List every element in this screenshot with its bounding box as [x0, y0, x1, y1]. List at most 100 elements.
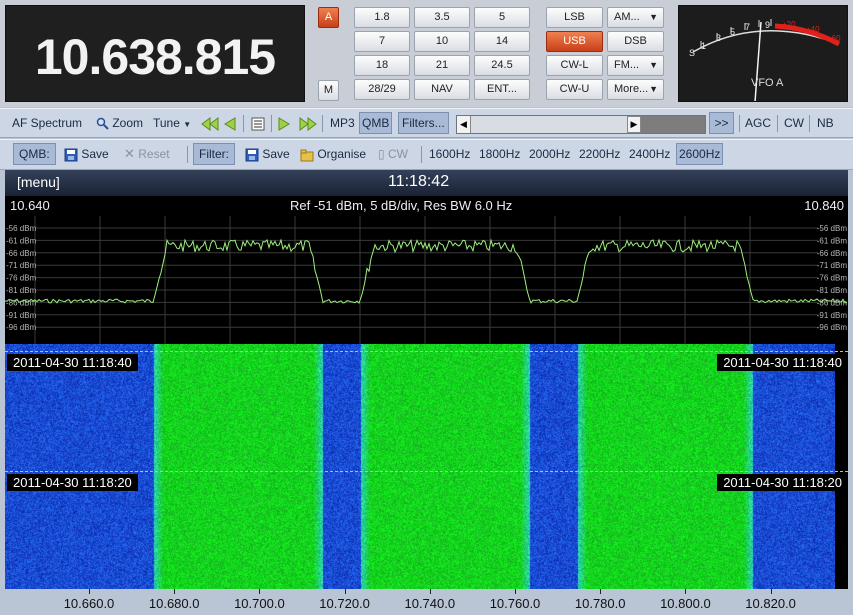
db-scale-label: -71 dBm: [6, 261, 37, 270]
frequency-display[interactable]: 10.638.815: [5, 5, 305, 102]
nav-button[interactable]: NAV: [414, 79, 470, 100]
db-scale-label: -66 dBm: [817, 249, 848, 258]
frequency-axis: 10.660.0 10.680.0 10.700.0 10.720.0 10.740.0…: [5, 589, 848, 615]
frequency-axis-label: 10.660.0: [63, 596, 115, 611]
db-scale-label: -91 dBm: [6, 311, 37, 320]
nb-button[interactable]: NB: [817, 109, 834, 137]
mode-lsb-button[interactable]: LSB: [546, 7, 603, 28]
mode-dsb-button[interactable]: DSB: [607, 31, 664, 52]
frequency-axis-label: 10.820.0: [745, 596, 796, 611]
filter-toolbar: QMB: Save ✕ Reset Filter: Save Organise …: [0, 139, 853, 170]
db-scale-label: -91 dBm: [817, 311, 848, 320]
left-arrow-icon: [224, 116, 236, 131]
fast-forward-button[interactable]: >>: [709, 112, 734, 134]
vfo-a-button[interactable]: A: [318, 7, 339, 28]
band-button-18[interactable]: 18: [354, 55, 410, 76]
filter-cw-button[interactable]: ▯ CW: [378, 140, 408, 168]
frequency-axis-tick: [770, 589, 772, 594]
qmb-save-button[interactable]: Save: [64, 140, 109, 168]
toolbar-divider: [809, 115, 810, 132]
filter-1800hz[interactable]: 1800Hz: [479, 140, 520, 168]
mode-usb-button[interactable]: USB: [546, 31, 603, 52]
s-meter-scale-plus40: +40: [806, 25, 820, 34]
s-meter-scale-plus60: +60: [827, 34, 841, 43]
toolbar-divider: [421, 146, 422, 163]
double-right-arrow-icon: [299, 116, 317, 131]
mode-fm-label: FM...: [614, 59, 640, 71]
band-button-10[interactable]: 10: [414, 31, 470, 52]
frequency-axis-label: 10.800.0: [660, 596, 711, 611]
mode-cwu-button[interactable]: CW-U: [546, 79, 603, 100]
frequency-axis-tick: [344, 589, 346, 594]
band-button-21[interactable]: 21: [414, 55, 470, 76]
s-meter-scale-s: S: [689, 48, 695, 58]
mode-more-dropdown[interactable]: More...: [607, 79, 664, 100]
memory-button[interactable]: M: [318, 80, 339, 101]
folder-icon: [300, 149, 314, 162]
filter-label: Filter:: [193, 143, 235, 165]
mp3-button[interactable]: MP3: [330, 109, 355, 137]
spectrum-display[interactable]: [menu] 11:18:42 10.640 Ref -51 dBm, 5 dB…: [5, 170, 848, 615]
waterfall-time-marker: [5, 471, 848, 472]
frequency-axis-label: 10.760.0: [489, 596, 541, 611]
organise-button[interactable]: Organise: [300, 140, 366, 168]
band-button-24.5[interactable]: 24.5: [474, 55, 530, 76]
close-icon: ✕: [124, 146, 135, 161]
db-scale-label: -56 dBm: [6, 224, 37, 233]
zoom-label: Zoom: [112, 116, 144, 130]
band-button-28[interactable]: 28/29: [354, 79, 410, 100]
tuning-scrollbar[interactable]: ◀ ▶: [456, 115, 706, 134]
mode-am-label: AM...: [614, 11, 640, 23]
menu-button[interactable]: [menu]: [17, 174, 60, 190]
qmb-toggle[interactable]: QMB: [359, 112, 393, 134]
af-spectrum-button[interactable]: AF Spectrum: [12, 109, 82, 137]
spectrum-plot[interactable]: -56 dBm -61 dBm -66 dBm -71 dBm -76 dBm -81 d…: [5, 216, 848, 344]
agc-button[interactable]: AGC: [745, 109, 771, 137]
frequency-axis-tick: [600, 589, 602, 594]
waterfall-timestamp: 2011-04-30 11:18:40: [7, 354, 138, 371]
filter-2000hz[interactable]: 2000Hz: [529, 140, 570, 168]
scroll-left-arrow-icon[interactable]: ◀: [457, 116, 471, 133]
filters-button[interactable]: Filters...: [398, 112, 449, 134]
waterfall-display[interactable]: [5, 344, 835, 589]
mode-fm-dropdown[interactable]: FM...: [607, 55, 664, 76]
frequency-readout: 10.638.815: [34, 29, 276, 85]
forward-fast-button[interactable]: [299, 109, 317, 137]
waterfall-timestamp: 2011-04-30 11:18:20: [7, 474, 138, 491]
step-right-button[interactable]: [278, 109, 292, 137]
scrollbar-thumb[interactable]: [471, 116, 627, 133]
filter-2600hz[interactable]: 2600Hz: [676, 143, 724, 165]
s-meter-scale-9: 9: [765, 20, 770, 30]
s-meter-scale-plus20: +20: [782, 20, 796, 29]
mode-more-label: More...: [614, 83, 649, 95]
mode-am-dropdown[interactable]: AM...: [607, 7, 664, 28]
band-button-14[interactable]: 14: [474, 31, 530, 52]
tune-dropdown[interactable]: Tune ▼: [153, 109, 191, 137]
filter-2200hz[interactable]: 2200Hz: [579, 140, 620, 168]
band-button-1.8[interactable]: 1.8: [354, 7, 410, 28]
mode-cwl-button[interactable]: CW-L: [546, 55, 603, 76]
step-left-button[interactable]: [222, 109, 236, 137]
qmb-reset-button[interactable]: ✕ Reset: [124, 140, 170, 168]
band-button-3.5[interactable]: 3.5: [414, 7, 470, 28]
scroll-right-arrow-icon[interactable]: ▶: [627, 116, 641, 133]
frequency-axis-label: 10.700.0: [234, 596, 285, 611]
toolbar-divider: [739, 115, 740, 132]
list-button[interactable]: [251, 109, 265, 137]
waterfall-time-marker: [5, 351, 848, 352]
rewind-fast-button[interactable]: [201, 109, 219, 137]
filter-1600hz[interactable]: 1600Hz: [429, 140, 470, 168]
double-left-arrow-icon: [201, 116, 219, 131]
cw-button[interactable]: CW: [784, 109, 804, 137]
band-button-7[interactable]: 7: [354, 31, 410, 52]
db-scale-label: -56 dBm: [817, 224, 848, 233]
band-button-5[interactable]: 5: [474, 7, 530, 28]
zoom-button[interactable]: Zoom: [96, 109, 143, 137]
frequency-axis-tick: [515, 589, 516, 594]
toolbar-divider: [243, 115, 244, 132]
filter-save-button[interactable]: Save: [245, 140, 290, 168]
filter-2400hz[interactable]: 2400Hz: [629, 140, 670, 168]
enter-button[interactable]: ENT...: [474, 79, 530, 100]
s-meter-needle: [754, 21, 762, 101]
waterfall-edge: [835, 344, 848, 589]
